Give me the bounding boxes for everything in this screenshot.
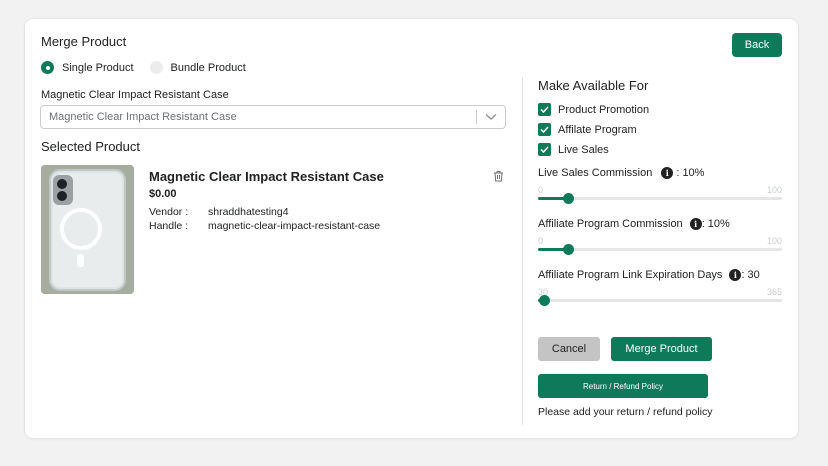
chevron-down-icon[interactable] xyxy=(477,113,505,121)
commission-value: : 30 xyxy=(741,269,760,281)
option-label: Live Sales xyxy=(558,143,609,156)
slider-track[interactable] xyxy=(538,248,782,251)
info-icon[interactable]: i xyxy=(689,218,702,230)
product-mode-group: Single Product Bundle Product xyxy=(41,61,262,74)
checkbox-checked-icon[interactable] xyxy=(538,123,551,136)
product-select-value[interactable]: Magnetic Clear Impact Resistant Case xyxy=(41,111,476,123)
commission-label: Affiliate Program Link Expiration Days xyxy=(538,269,723,281)
info-icon[interactable]: i xyxy=(729,269,742,281)
vendor-label: Vendor : xyxy=(149,206,189,218)
single-product-radio[interactable] xyxy=(41,61,54,74)
selected-product-heading: Selected Product xyxy=(41,139,141,154)
bundle-product-radio[interactable] xyxy=(149,61,163,74)
return-refund-policy-button[interactable]: Return / Refund Policy xyxy=(538,374,708,398)
handle-value: magnetic-clear-impact-resistant-case xyxy=(208,220,381,232)
commission-value: : 10% xyxy=(676,167,705,179)
option-label: Product Promotion xyxy=(558,103,650,116)
slider-track[interactable] xyxy=(538,299,782,302)
merge-product-card: Merge Product Back Single Product Bundle… xyxy=(25,19,798,438)
slider-min-label: 0 xyxy=(538,236,544,246)
slider-handle[interactable] xyxy=(563,244,574,255)
affiliate-commission-label: Affiliate Program Commission i : 10% xyxy=(538,218,730,230)
handle-row: Handle : magnetic-clear-impact-resistant… xyxy=(149,220,380,232)
option-product-promotion[interactable]: Product Promotion xyxy=(538,103,649,116)
back-button[interactable]: Back xyxy=(732,33,782,57)
info-icon[interactable]: i xyxy=(661,167,674,179)
product-name: Magnetic Clear Impact Resistant Case xyxy=(149,169,384,184)
checkbox-checked-icon[interactable] xyxy=(538,103,551,116)
live-sales-commission-slider[interactable]: 0 100 xyxy=(538,185,782,204)
page-title: Merge Product xyxy=(41,34,127,49)
commission-value: : 10% xyxy=(701,218,730,230)
column-divider xyxy=(522,77,523,425)
commission-label: Affiliate Program Commission xyxy=(538,218,683,230)
product-image xyxy=(41,165,134,294)
option-affiliate-program[interactable]: Affilate Program xyxy=(538,123,637,136)
vendor-row: Vendor : shraddhatesting4 xyxy=(149,206,289,218)
link-expiration-slider[interactable]: 30 365 xyxy=(538,287,782,306)
single-product-label[interactable]: Single Product xyxy=(62,62,134,74)
commission-label: Live Sales Commission xyxy=(538,167,653,179)
product-price: $0.00 xyxy=(149,188,177,200)
product-select[interactable]: Magnetic Clear Impact Resistant Case xyxy=(40,105,506,129)
merge-product-button[interactable]: Merge Product xyxy=(611,337,712,361)
handle-label: Handle : xyxy=(149,220,189,232)
slider-handle[interactable] xyxy=(563,193,574,204)
slider-min-label: 0 xyxy=(538,185,544,195)
live-sales-commission-label: Live Sales Commission i : 10% xyxy=(538,167,704,179)
make-available-heading: Make Available For xyxy=(538,78,649,93)
slider-max-label: 100 xyxy=(766,236,782,246)
cancel-button[interactable]: Cancel xyxy=(538,337,600,361)
trash-icon[interactable] xyxy=(493,169,504,187)
link-expiration-label: Affiliate Program Link Expiration Days i… xyxy=(538,269,760,281)
affiliate-commission-slider[interactable]: 0 100 xyxy=(538,236,782,255)
option-live-sales[interactable]: Live Sales xyxy=(538,143,609,156)
vendor-value: shraddhatesting4 xyxy=(208,206,289,218)
policy-note: Please add your return / refund policy xyxy=(538,406,713,418)
slider-track[interactable] xyxy=(538,197,782,200)
option-label: Affilate Program xyxy=(558,123,637,136)
slider-max-label: 365 xyxy=(766,287,782,297)
product-select-label: Magnetic Clear Impact Resistant Case xyxy=(41,89,229,101)
bundle-product-label[interactable]: Bundle Product xyxy=(171,62,246,74)
checkbox-checked-icon[interactable] xyxy=(538,143,551,156)
slider-handle[interactable] xyxy=(539,295,550,306)
slider-max-label: 100 xyxy=(766,185,782,195)
